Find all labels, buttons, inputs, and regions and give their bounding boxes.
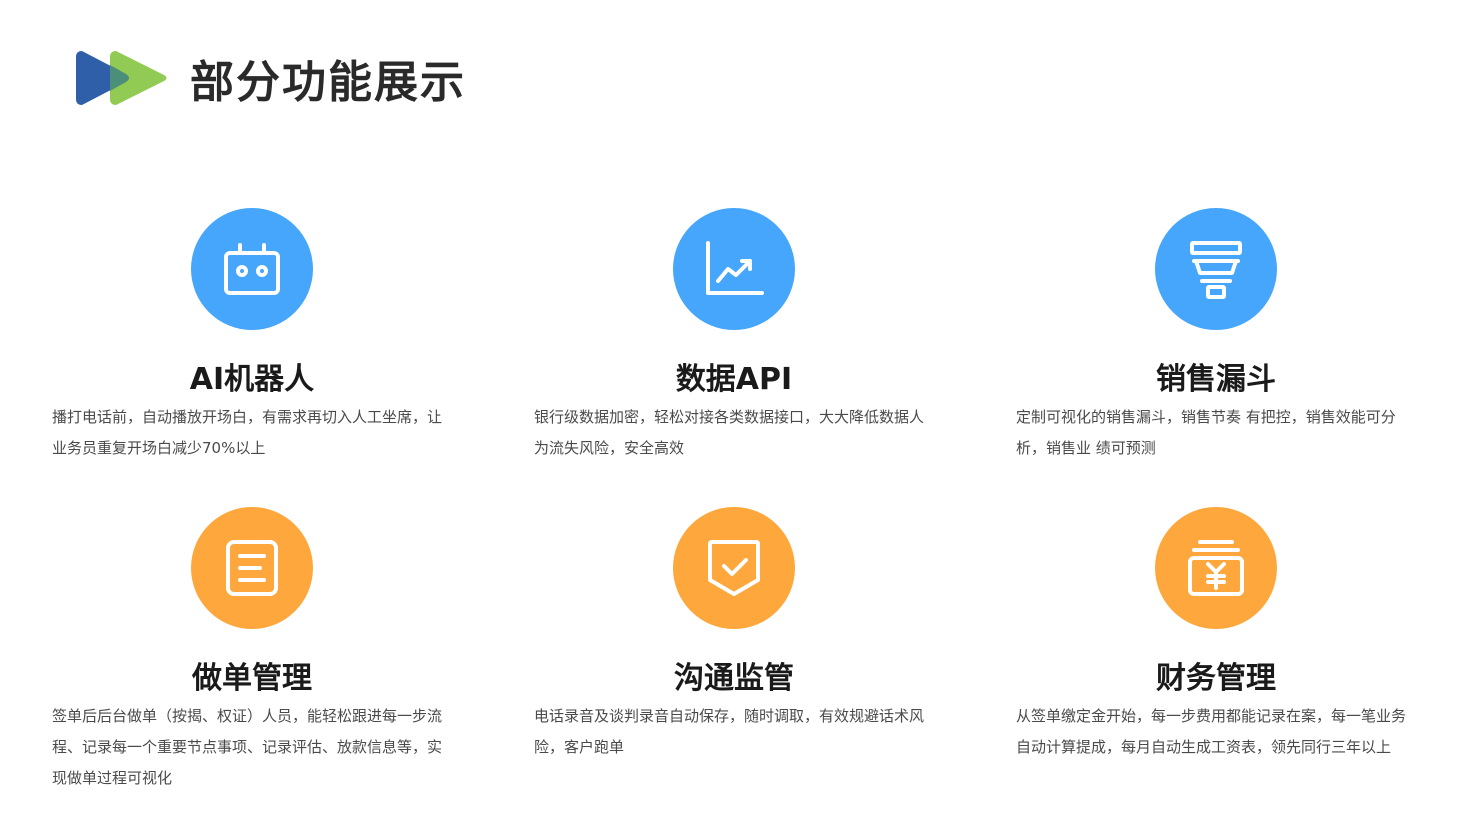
feature-title: 财务管理	[1156, 661, 1276, 696]
feature-description: 从签单缴定金开始，每一步费用都能记录在案，每一笔业务自动计算提成，每月自动生成工…	[1016, 707, 1407, 756]
feature-title: 沟通监管	[674, 661, 794, 696]
shield-check-icon	[708, 540, 760, 596]
document-icon	[226, 540, 278, 596]
feature-description: 定制可视化的销售漏斗，销售节奏 有把控，销售效能可分析，销售业 绩可预测	[1016, 408, 1396, 457]
logo-play-icon	[76, 51, 167, 105]
feature-description: 电话录音及谈判录音自动保存，随时调取，有效规避话术风险，客户跑单	[534, 707, 925, 756]
feature-description: 播打电话前，自动播放开场白，有需求再切入人工坐席，让业务员重复开场白减少70%以…	[52, 408, 443, 457]
slide: 部分功能展示 AI机器人 播打电话前，自动播放开场白，有需求再切入人工坐席，让业…	[0, 0, 1468, 826]
page-title: 部分功能展示	[190, 57, 466, 108]
feature-title: 销售漏斗	[1156, 362, 1276, 397]
feature-description: 签单后后台做单（按揭、权证）人员，能轻松跟进每一步流程、记录每一个重要节点事项、…	[52, 707, 443, 787]
icon-circle	[673, 208, 795, 330]
icon-circle	[1155, 208, 1277, 330]
icon-circle	[191, 208, 313, 330]
feature-title: AI机器人	[189, 362, 315, 397]
icon-circle	[191, 507, 313, 629]
icon-circle	[673, 507, 795, 629]
feature-title: 数据API	[675, 362, 793, 397]
robot-icon	[224, 243, 280, 295]
header: 部分功能展示	[74, 46, 466, 110]
funnel-icon	[1190, 241, 1242, 299]
feature-description: 银行级数据加密，轻松对接各类数据接口，大大降低数据人为流失风险，安全高效	[534, 408, 925, 457]
yuan-money-icon	[1188, 540, 1244, 596]
chart-icon	[706, 241, 764, 295]
icon-circle	[1155, 507, 1277, 629]
feature-title: 做单管理	[192, 661, 312, 696]
